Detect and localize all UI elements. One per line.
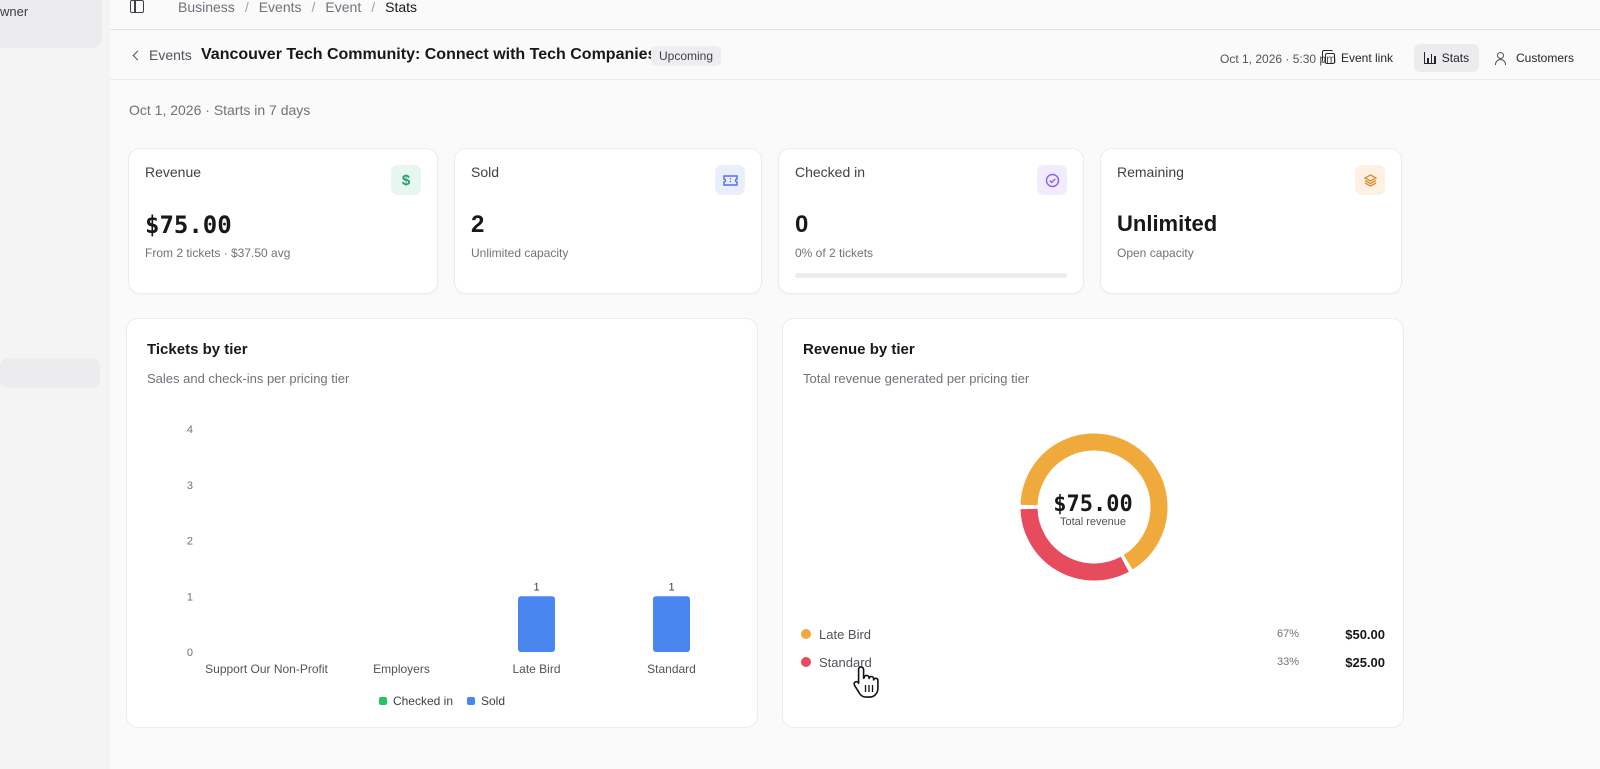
breadcrumb-separator: / (244, 0, 249, 15)
sidebar-active-item[interactable] (0, 358, 100, 388)
back-to-events-link[interactable]: Events (132, 47, 192, 63)
stats-tab[interactable]: Stats (1414, 44, 1480, 72)
dollar-icon: $ (391, 165, 421, 195)
remaining-label: Remaining (1117, 164, 1184, 180)
event-header: Events Vancouver Tech Community: Connect… (110, 32, 1600, 80)
check-circle-icon (1037, 165, 1067, 195)
y-tick-label: 2 (187, 536, 193, 548)
checked-in-card: Checked in 0 0% of 2 tickets (778, 148, 1084, 294)
legend-checked-in-label: Checked in (392, 694, 453, 708)
hand-cursor-icon (853, 666, 879, 698)
main-panel: Business / Events / Event / Stats Events… (110, 0, 1600, 769)
chevron-left-icon (132, 50, 143, 60)
sold-card: Sold 2 Unlimited capacity (454, 148, 762, 294)
x-tick-label: Support Our Non-Profit (205, 662, 328, 676)
remaining-card: Remaining Unlimited Open capacity (1100, 148, 1402, 294)
breadcrumb-stats: Stats (385, 0, 418, 15)
revenue-label: Revenue (145, 164, 202, 180)
breadcrumb-business[interactable]: Business (178, 0, 235, 15)
checked-in-progress-bar (795, 273, 1067, 278)
y-tick-label: 3 (187, 480, 193, 492)
event-title: Vancouver Tech Community: Connect with T… (201, 46, 657, 63)
y-tick-label: 4 (187, 424, 193, 436)
bar-data-label: 1 (668, 581, 674, 593)
breadcrumb: Business / Events / Event / Stats (178, 0, 417, 15)
sidebar: wner (0, 0, 110, 769)
bar-data-label: 1 (533, 581, 539, 593)
remaining-value: Unlimited (1117, 211, 1218, 236)
bar-sold (518, 596, 555, 652)
breadcrumb-event[interactable]: Event (325, 0, 361, 15)
sidebar-toggle-icon[interactable] (130, 0, 144, 13)
back-link-label: Events (149, 47, 192, 63)
tier-color-dot (801, 629, 811, 639)
total-revenue-value: $75.00 (1053, 492, 1133, 517)
ticket-icon (715, 165, 745, 195)
breadcrumb-separator: / (371, 0, 376, 15)
breadcrumb-separator: / (311, 0, 316, 15)
checked-in-value: 0 (795, 211, 809, 238)
checked-in-label: Checked in (795, 164, 866, 180)
stats-tab-label: Stats (1441, 51, 1470, 65)
revenue-tier-row[interactable]: Standard 33% $25.00 (801, 652, 1385, 672)
customers-tab-label: Customers (1516, 51, 1575, 65)
sold-label: Sold (471, 164, 500, 180)
chart-legend: Checked in Sold (127, 694, 757, 708)
users-icon (1495, 52, 1510, 65)
legend-checked-in[interactable]: Checked in (378, 694, 453, 708)
event-date-summary: Oct 1, 2026 · Starts in 7 days (129, 102, 311, 118)
x-tick-label: Late Bird (512, 662, 560, 676)
sold-value: 2 (471, 211, 485, 238)
tier-amount: $25.00 (1345, 654, 1385, 670)
tier-name: Standard (819, 654, 872, 670)
tier-amount: $50.00 (1345, 626, 1385, 642)
tier-percent: 67% (1277, 628, 1300, 640)
revenue-card: Revenue $ $75.00 From 2 tickets · $37.50… (128, 148, 438, 294)
event-link-button[interactable]: Event link (1315, 44, 1403, 72)
y-tick-label: 0 (187, 647, 193, 659)
top-bar: Business / Events / Event / Stats (110, 0, 1600, 30)
tier-percent: 33% (1277, 656, 1300, 668)
sold-subtext: Unlimited capacity (471, 246, 569, 260)
tier-name: Late Bird (819, 626, 872, 642)
legend-swatch-sold (467, 697, 475, 705)
customers-tab[interactable]: Customers (1486, 44, 1584, 72)
account-role-label: wner (0, 4, 29, 19)
legend-sold-label: Sold (481, 694, 506, 708)
legend-swatch-checked-in (378, 697, 387, 705)
revenue-subtext: From 2 tickets · $37.50 avg (145, 246, 291, 260)
remaining-subtext: Open capacity (1117, 246, 1194, 260)
x-tick-label: Employers (373, 662, 430, 676)
bar-sold (653, 596, 690, 652)
revenue-value: $75.00 (145, 211, 232, 239)
x-tick-label: Standard (647, 662, 696, 676)
legend-sold[interactable]: Sold (467, 694, 505, 708)
tickets-by-tier-card: Tickets by tier Sales and check-ins per … (126, 318, 758, 728)
event-link-label: Event link (1341, 51, 1394, 65)
total-revenue-label: Total revenue (1059, 516, 1127, 528)
breadcrumb-events[interactable]: Events (259, 0, 302, 15)
bar-chart-icon (1424, 52, 1436, 64)
status-badge: Upcoming (651, 46, 722, 66)
revenue-tier-row[interactable]: Late Bird 67% $50.00 (801, 624, 1385, 644)
checked-in-subtext: 0% of 2 tickets (795, 246, 874, 260)
y-tick-label: 1 (187, 591, 193, 603)
tickets-bar-chart: 0 1 2 3 4 Support Our Non-Profit Employers Late… (187, 424, 696, 676)
tier-color-dot (801, 657, 811, 667)
layers-icon (1355, 165, 1385, 195)
account-switcher[interactable]: wner (0, 0, 102, 48)
copy-icon (1322, 49, 1335, 64)
